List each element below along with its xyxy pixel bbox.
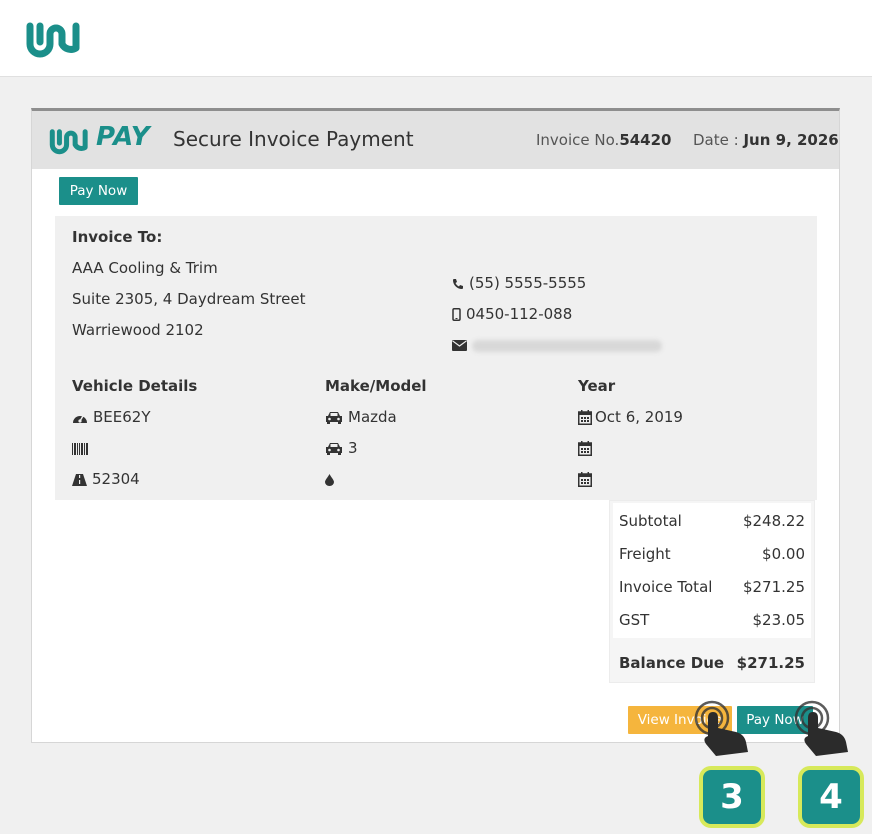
calendar-icon — [578, 472, 592, 487]
barcode-icon — [72, 442, 88, 455]
make-model-heading: Make/Model — [325, 377, 427, 395]
invoice-date-label: Date : — [693, 131, 739, 149]
step-badge-3: 3 — [699, 766, 765, 828]
invoice-date: Date : Jun 9, 2026 — [693, 131, 839, 149]
tap-gesture-icon — [794, 700, 848, 756]
dashboard-gauge-icon — [73, 415, 87, 423]
invoice-to-heading: Invoice To: — [72, 228, 163, 246]
balance-due-label: Balance Due — [619, 654, 725, 672]
step-badge-4: 4 — [798, 766, 864, 828]
mobile-row: 0450-112-088 — [452, 305, 572, 323]
vin-row — [72, 439, 93, 457]
invoice-number-label: Invoice No. — [536, 131, 620, 149]
email-redacted — [472, 339, 662, 352]
totals-box: Subtotal $248.22 Freight $0.00 Invoice Tot… — [609, 500, 815, 683]
invoice-header: PAY Secure Invoice Payment Invoice No.54… — [32, 111, 839, 169]
phone-icon — [453, 278, 463, 289]
model-row: 3 — [325, 439, 358, 457]
page-title: Secure Invoice Payment — [173, 127, 414, 151]
year-value-1: Oct 6, 2019 — [595, 408, 683, 426]
subtotal-value: $248.22 — [742, 512, 805, 530]
odometer-value: 52304 — [92, 470, 140, 488]
pay-now-button-top[interactable]: Pay Now — [59, 177, 138, 205]
brand-logo-icon[interactable] — [24, 18, 80, 60]
invoice-date-value: Jun 9, 2026 — [743, 131, 839, 149]
customer-name: AAA Cooling & Trim — [72, 259, 218, 277]
phone-number: (55) 5555-5555 — [469, 274, 587, 292]
year-heading: Year — [578, 377, 616, 395]
mobile-number: 0450-112-088 — [466, 305, 573, 323]
freight-value: $0.00 — [762, 545, 805, 563]
address-line-2: Warriewood 2102 — [72, 321, 204, 339]
year-row-2 — [578, 439, 597, 457]
tap-gesture-icon — [694, 700, 748, 756]
year-row-1: Oct 6, 2019 — [578, 408, 683, 426]
invoice-number: Invoice No.54420 — [536, 131, 672, 149]
road-icon — [72, 473, 87, 486]
gst-label: GST — [619, 611, 650, 629]
phone-row: (55) 5555-5555 — [452, 274, 586, 292]
vehicle-details-heading: Vehicle Details — [72, 377, 198, 395]
make-value: Mazda — [348, 408, 397, 426]
year-row-3 — [578, 470, 597, 488]
totals-lines: Subtotal $248.22 Freight $0.00 Invoice Tot… — [613, 503, 811, 638]
envelope-icon — [452, 340, 467, 351]
balance-due-value: $271.25 — [736, 654, 805, 672]
brand-logo-icon — [49, 129, 88, 155]
gst-value: $23.05 — [752, 611, 806, 629]
email-row — [452, 336, 662, 354]
fuel-drop-icon — [325, 473, 334, 486]
fuel-row — [325, 470, 339, 488]
pay-brand-label: PAY — [96, 122, 151, 152]
invoice-details-panel: Invoice To: AAA Cooling & Trim Suite 230… — [55, 216, 817, 500]
subtotal-label: Subtotal — [619, 512, 682, 530]
odometer-row: 52304 — [72, 470, 140, 488]
calendar-icon — [578, 410, 592, 425]
make-row: Mazda — [325, 408, 397, 426]
car-icon — [326, 412, 342, 424]
calendar-icon — [578, 441, 592, 456]
rego-value: BEE62Y — [93, 408, 151, 426]
rego-row: BEE62Y — [72, 408, 151, 426]
freight-label: Freight — [619, 545, 671, 563]
car-icon — [326, 443, 342, 455]
invoice-number-value: 54420 — [619, 131, 672, 149]
invoice-total-label: Invoice Total — [619, 578, 713, 596]
invoice-total-value: $271.25 — [742, 578, 805, 596]
top-bar — [0, 0, 872, 77]
address-line-1: Suite 2305, 4 Daydream Street — [72, 290, 306, 308]
model-value: 3 — [348, 439, 358, 457]
invoice-card: PAY Secure Invoice Payment Invoice No.54… — [31, 108, 840, 743]
mobile-phone-icon — [452, 308, 461, 321]
